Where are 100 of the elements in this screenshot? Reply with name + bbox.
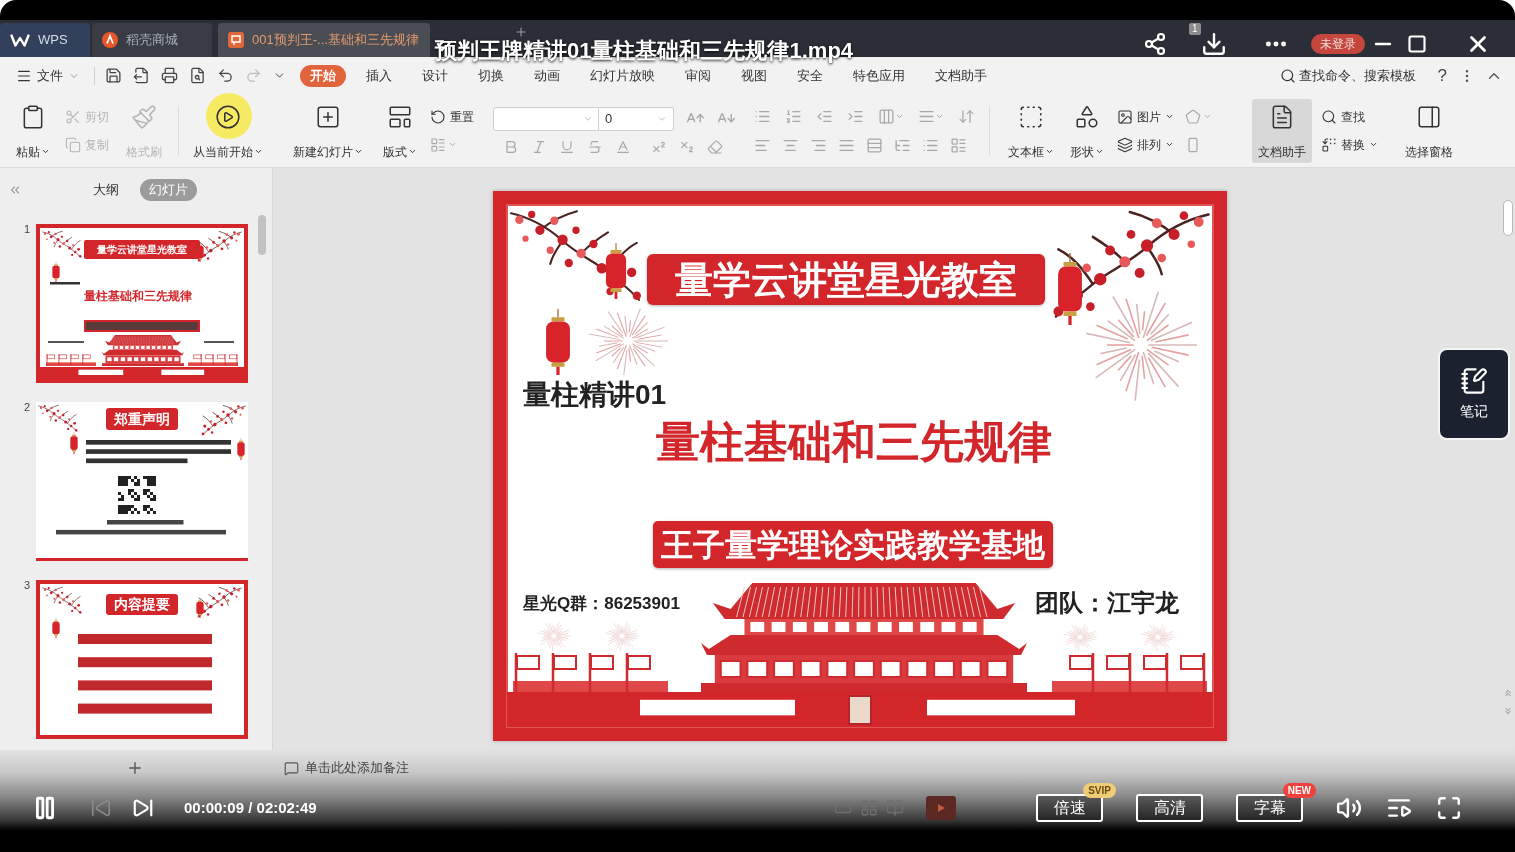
strikethrough-icon[interactable]	[587, 138, 603, 155]
maximize-icon[interactable]	[1407, 33, 1427, 54]
slide-thumbnail[interactable]: 内容提要	[36, 580, 248, 739]
chevrons-up-icon[interactable]	[1503, 688, 1513, 698]
new-slide-button[interactable]: 新建幻灯片	[287, 98, 369, 163]
paste-button[interactable]: 粘贴	[10, 98, 56, 163]
speed-button[interactable]: 倍速	[1036, 794, 1103, 822]
volume-icon[interactable]	[1336, 795, 1362, 821]
menu-tab[interactable]: 插入	[356, 64, 402, 87]
notes-field[interactable]: 单击此处添加备注	[282, 756, 411, 780]
wps-logo-icon	[10, 33, 30, 47]
app-tab[interactable]: WPS	[0, 23, 90, 57]
copy-icon	[65, 136, 81, 153]
scrollbar-thumb[interactable]	[1503, 200, 1513, 236]
notes-button[interactable]: 笔记	[1438, 348, 1510, 440]
file-export-icon[interactable]	[133, 67, 150, 84]
panel-icon	[1416, 103, 1442, 130]
lantern-drawing	[237, 438, 245, 460]
menu-tab[interactable]: 设计	[412, 64, 458, 87]
shape-button[interactable]: 形状	[1064, 98, 1110, 163]
redo-icon[interactable]	[245, 67, 262, 84]
document-assistant-button[interactable]: 文档助手	[1252, 98, 1312, 163]
italic-icon[interactable]	[531, 138, 547, 155]
undo-icon[interactable]	[217, 67, 234, 84]
text-line-drawing	[204, 341, 234, 345]
menu-tab[interactable]: 特色应用	[843, 64, 915, 87]
menu-tab[interactable]: 视图	[731, 64, 777, 87]
playback-time: 00:00:09 / 02:02:49	[184, 797, 318, 818]
numbered-list-icon[interactable]	[785, 107, 802, 125]
menu-tab[interactable]: 动画	[524, 64, 570, 87]
plum-blossom-drawing	[197, 586, 242, 618]
chevrons-down-icon[interactable]	[1503, 706, 1513, 716]
previous-icon[interactable]	[90, 797, 112, 819]
slide-number: 3	[23, 580, 30, 593]
download-icon[interactable]	[1201, 30, 1227, 57]
text-box-button[interactable]: 文本框	[1002, 98, 1060, 163]
save-icon[interactable]	[105, 67, 122, 84]
fullscreen-icon[interactable]	[1436, 795, 1462, 821]
menu-tab[interactable]: 文档助手	[925, 64, 997, 87]
reset-button[interactable]: 重置	[427, 104, 477, 129]
quality-button[interactable]: 高清	[1136, 794, 1203, 822]
search-icon	[1279, 67, 1296, 84]
bold-icon[interactable]	[503, 138, 519, 155]
menu-tab[interactable]: 审阅	[675, 64, 721, 87]
plum-blossom-drawing	[42, 586, 82, 614]
command-search[interactable]: 查找命令、搜索模板	[1279, 65, 1416, 86]
text-direction-icon[interactable]	[958, 107, 975, 125]
subtitle-button[interactable]: 字幕	[1236, 794, 1303, 822]
slide-thumbnail[interactable]: 郑重声明	[36, 402, 248, 561]
file-menu[interactable]: 文件	[16, 65, 80, 86]
app-tab[interactable]: 稻壳商城	[92, 23, 212, 57]
pentagon-icon[interactable]	[1185, 108, 1201, 125]
grid-view-icon[interactable]	[860, 799, 878, 817]
slideshow-play-icon[interactable]	[926, 796, 956, 820]
lantern-drawing	[196, 598, 204, 618]
printer-icon[interactable]	[161, 67, 178, 84]
layout-button[interactable]: 版式	[377, 98, 423, 163]
list-layout-icon[interactable]	[950, 136, 967, 154]
font-color-icon[interactable]	[615, 138, 631, 155]
share-icon[interactable]	[1143, 31, 1167, 56]
next-icon[interactable]	[132, 797, 154, 819]
reading-view-icon[interactable]	[886, 799, 904, 817]
feature-badge: NEW	[1282, 783, 1316, 798]
underline-icon[interactable]	[559, 138, 575, 155]
eraser-icon[interactable]	[707, 138, 723, 155]
comment-icon	[284, 760, 299, 776]
collapse-panel-icon[interactable]	[8, 183, 22, 197]
find-button[interactable]: 查找	[1318, 104, 1381, 129]
menu-tab[interactable]: 幻灯片放映	[580, 64, 665, 87]
panel-tab[interactable]: 大纲	[84, 179, 128, 201]
arrange-button[interactable]: 排列	[1114, 132, 1177, 157]
lantern-drawing	[52, 262, 60, 282]
font-name-field[interactable]	[493, 106, 599, 131]
caret-icon	[448, 140, 457, 149]
picture-button[interactable]: 图片	[1114, 104, 1177, 129]
rectangle-icon[interactable]	[1185, 136, 1201, 153]
print-preview-icon[interactable]	[189, 67, 206, 84]
selection-pane-button[interactable]: 选择窗格	[1399, 98, 1459, 163]
play-from-current-button[interactable]: 从当前开始	[187, 98, 269, 163]
shapes-icon	[1074, 103, 1100, 130]
caret-icon	[1203, 112, 1212, 121]
help-button[interactable]: ?	[1437, 67, 1447, 84]
replace-button[interactable]: 替换	[1318, 132, 1381, 157]
scrollbar-thumb[interactable]	[258, 215, 266, 255]
columns-icon[interactable]	[878, 107, 895, 125]
menu-tab[interactable]: 切换	[468, 64, 514, 87]
list-layout-icon[interactable]	[430, 136, 446, 153]
text-line-drawing	[50, 282, 80, 287]
new-slide-icon	[315, 103, 341, 130]
add-icon[interactable]	[126, 759, 144, 777]
menu-tab[interactable]: 安全	[787, 64, 833, 87]
lantern-drawing	[605, 243, 627, 299]
flag-row-drawing	[188, 354, 238, 366]
app-tab[interactable]: 001预判王-...基础和三先规律	[218, 23, 430, 57]
new-tab-icon[interactable]	[514, 25, 528, 39]
rows-icon[interactable]	[866, 136, 883, 154]
slide-thumbnail[interactable]: 量学云讲堂星光教室 量柱基础和三先规律	[36, 224, 248, 383]
font-size-field[interactable]: 0	[599, 106, 674, 131]
thumbnail-title: 量学云讲堂星光教室	[84, 240, 200, 259]
login-badge[interactable]: 未登录	[1311, 33, 1365, 54]
